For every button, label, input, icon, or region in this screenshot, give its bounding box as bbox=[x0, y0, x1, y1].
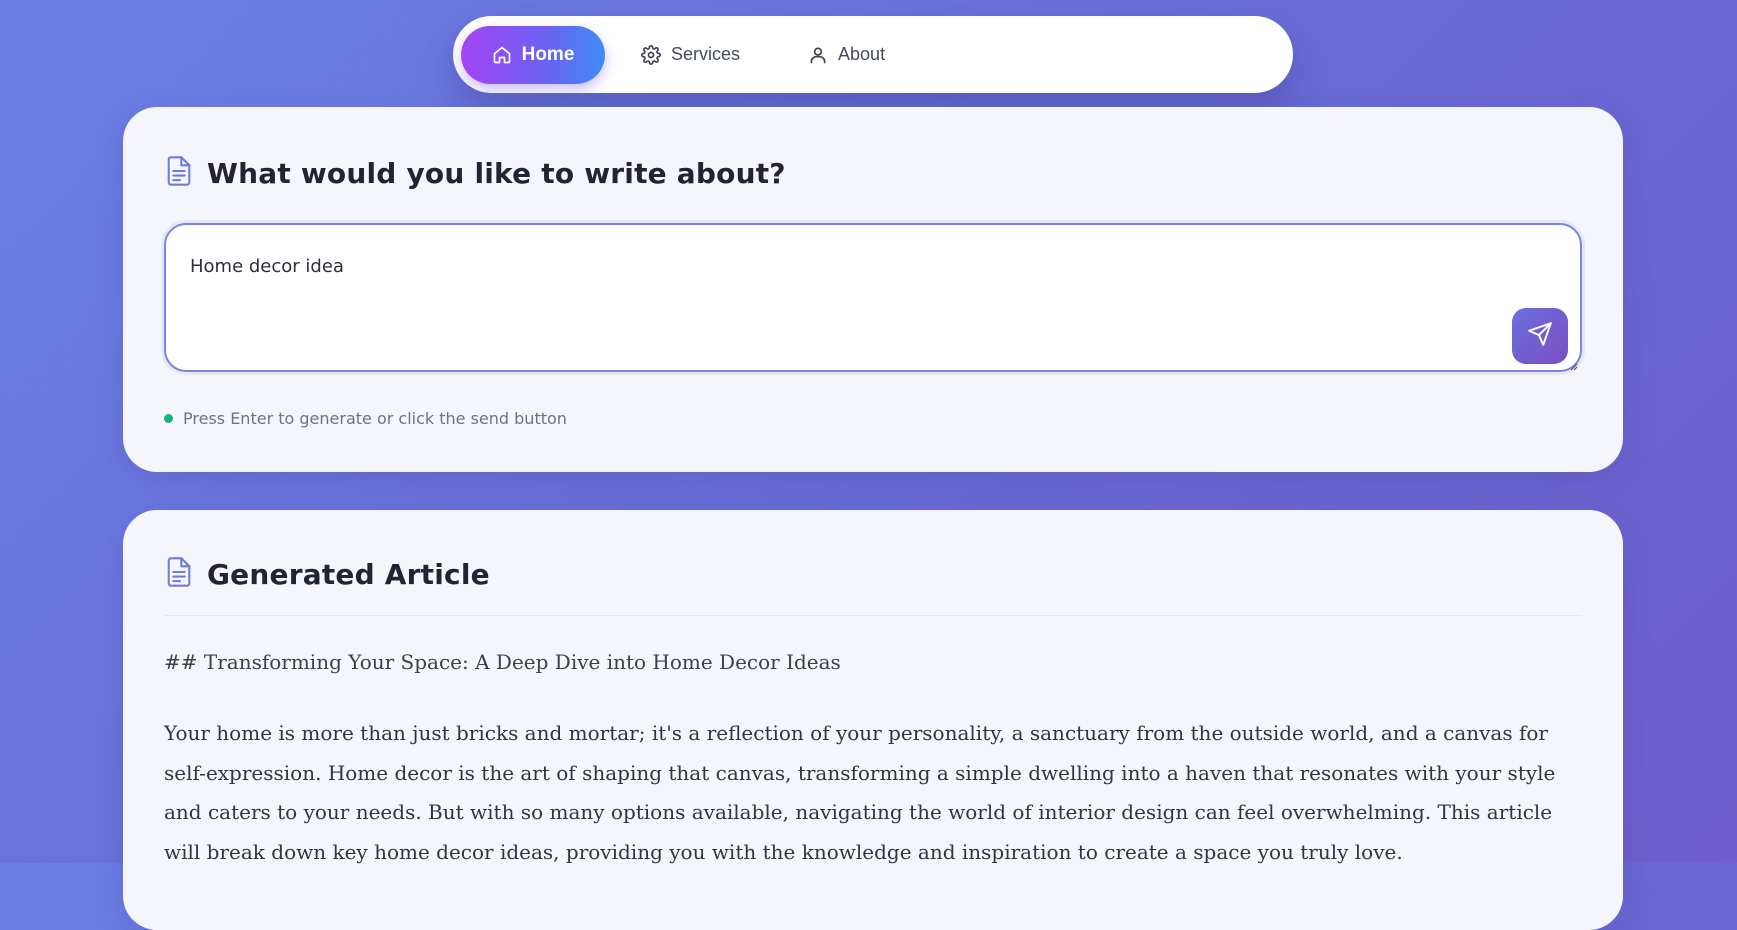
prompt-card: What would you like to write about? Home… bbox=[123, 107, 1623, 472]
article-heading: ## Transforming Your Space: A Deep Dive … bbox=[164, 650, 841, 674]
top-nav: Home Services About bbox=[453, 16, 1293, 93]
resize-handle-icon[interactable] bbox=[1568, 358, 1578, 371]
status-dot-icon bbox=[164, 414, 173, 423]
nav-services-label: Services bbox=[671, 44, 741, 64]
article-paragraph: Your home is more than just bricks and m… bbox=[164, 721, 1556, 864]
topic-input[interactable]: Home decor idea bbox=[164, 223, 1582, 372]
prompt-card-header: What would you like to write about? bbox=[165, 155, 786, 192]
divider bbox=[164, 615, 1582, 616]
send-button[interactable] bbox=[1512, 308, 1568, 364]
document-icon bbox=[165, 556, 193, 593]
user-icon bbox=[808, 45, 828, 65]
nav-about-label: About bbox=[838, 44, 886, 64]
nav-home[interactable]: Home bbox=[461, 25, 605, 84]
gear-icon bbox=[641, 44, 661, 65]
nav-home-label: Home bbox=[521, 43, 575, 65]
nav-services[interactable]: Services bbox=[641, 26, 740, 84]
article-card-header: Generated Article bbox=[165, 556, 490, 593]
topic-input-value: Home decor idea bbox=[190, 256, 344, 277]
input-hint: Press Enter to generate or click the sen… bbox=[164, 409, 567, 428]
prompt-card-title: What would you like to write about? bbox=[207, 157, 786, 190]
document-icon bbox=[165, 155, 193, 192]
nav-about[interactable]: About bbox=[808, 26, 885, 84]
input-hint-text: Press Enter to generate or click the sen… bbox=[183, 409, 567, 428]
article-card-title: Generated Article bbox=[207, 558, 490, 591]
article-body: ## Transforming Your Space: A Deep Dive … bbox=[164, 650, 1582, 872]
article-card: Generated Article ## Transforming Your S… bbox=[123, 510, 1623, 930]
home-icon bbox=[492, 45, 512, 65]
send-icon bbox=[1527, 321, 1553, 352]
